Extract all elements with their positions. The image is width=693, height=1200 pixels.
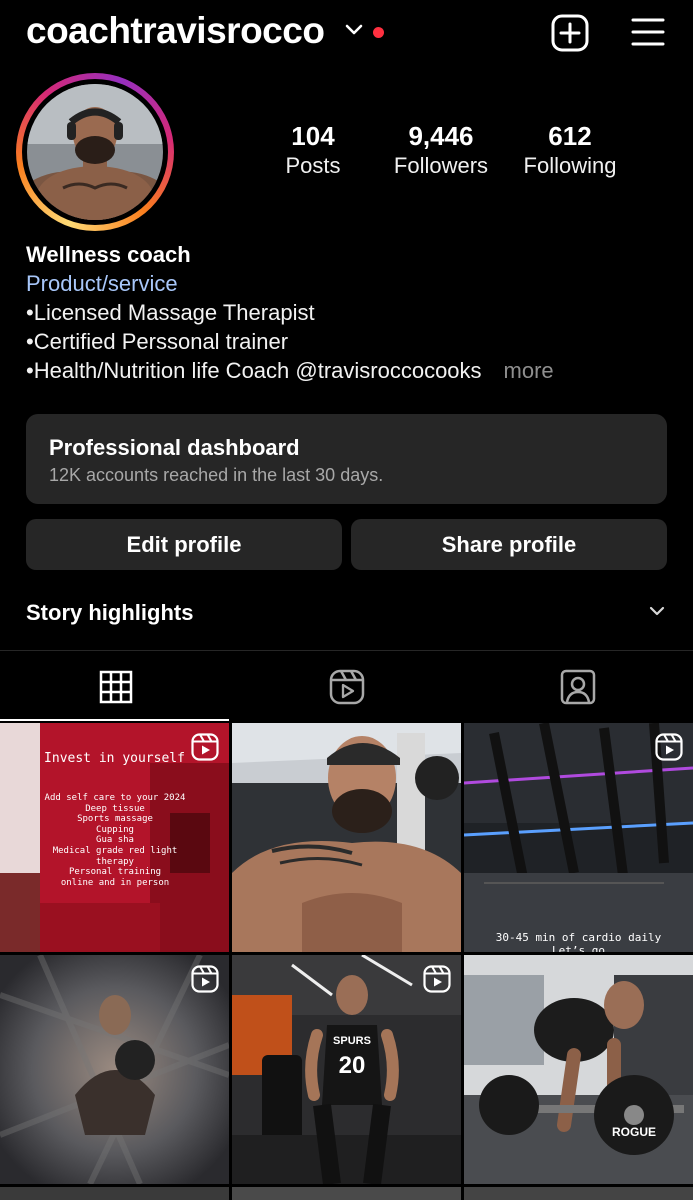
reels-icon bbox=[329, 669, 364, 705]
tab-posts-grid[interactable] bbox=[0, 652, 231, 722]
followers-count: 9,446 bbox=[408, 121, 474, 151]
bio-more-link[interactable]: more bbox=[504, 358, 554, 383]
reels-icon bbox=[423, 965, 451, 993]
posts-count: 104 bbox=[291, 121, 335, 151]
post-thumbnail bbox=[464, 955, 693, 1184]
grid-post[interactable]: 30-45 min of cardio daily Let’s go bbox=[464, 723, 693, 952]
bio-line: •Health/Nutrition life Coach @travisrocc… bbox=[26, 356, 666, 385]
jersey-team: SPURS bbox=[333, 1035, 371, 1047]
reels-icon bbox=[191, 965, 219, 993]
grid-post[interactable]: Invest in yourself Add self care to your… bbox=[0, 723, 229, 952]
grid-post[interactable] bbox=[232, 723, 461, 952]
chevron-down-icon[interactable] bbox=[649, 606, 665, 617]
notification-dot bbox=[373, 27, 384, 38]
stat-following[interactable]: 612 Following bbox=[505, 120, 635, 180]
post-overlay-text: Add self care to your 2024 Deep tissue S… bbox=[44, 793, 186, 888]
edit-profile-button[interactable]: Edit profile bbox=[26, 519, 342, 570]
following-count: 612 bbox=[548, 121, 592, 151]
menu-icon[interactable] bbox=[630, 16, 666, 48]
grid-icon bbox=[99, 670, 132, 704]
grid-post[interactable] bbox=[232, 1187, 461, 1200]
story-highlights-label[interactable]: Story highlights bbox=[26, 600, 193, 626]
reels-icon bbox=[655, 733, 683, 761]
create-post-icon[interactable] bbox=[551, 14, 589, 52]
tab-tagged[interactable] bbox=[462, 652, 693, 722]
bio-line: •Licensed Massage Therapist bbox=[26, 300, 315, 325]
followers-label: Followers bbox=[393, 153, 489, 178]
following-label: Following bbox=[523, 153, 617, 178]
profile-bio: Wellness coach Product/service •Licensed… bbox=[26, 240, 666, 385]
bio-line: •Certified Perssonal trainer bbox=[26, 329, 289, 354]
jersey-number: 20 bbox=[338, 1052, 366, 1079]
active-tab-indicator bbox=[0, 719, 229, 721]
post-thumbnail bbox=[232, 723, 461, 952]
bio-line-text: •Health/Nutrition life Coach @travisrocc… bbox=[26, 358, 482, 383]
professional-dashboard-card[interactable]: Professional dashboard 12K accounts reac… bbox=[26, 414, 667, 504]
grid-post[interactable] bbox=[0, 955, 229, 1184]
post-overlay-text: 30-45 min of cardio daily Let’s go bbox=[495, 931, 662, 952]
tab-reels[interactable] bbox=[231, 652, 462, 722]
chevron-down-icon[interactable] bbox=[345, 24, 363, 36]
grid-post[interactable]: ROGUE bbox=[464, 955, 693, 1184]
grid-post[interactable] bbox=[0, 1187, 229, 1200]
grid-post[interactable] bbox=[464, 1187, 693, 1200]
dashboard-subtitle: 12K accounts reached in the last 30 days… bbox=[49, 465, 384, 485]
share-profile-button[interactable]: Share profile bbox=[351, 519, 667, 570]
tagged-icon bbox=[560, 669, 595, 705]
stat-followers[interactable]: 9,446 Followers bbox=[376, 120, 506, 180]
profile-username[interactable]: coachtravisrocco bbox=[26, 10, 325, 52]
reels-icon bbox=[191, 733, 219, 761]
stat-posts[interactable]: 104 Posts bbox=[248, 120, 378, 180]
divider bbox=[0, 650, 693, 651]
dashboard-title: Professional dashboard bbox=[49, 435, 300, 460]
grid-post[interactable]: 20 SPURS bbox=[232, 955, 461, 1184]
avatar-story-ring[interactable] bbox=[16, 73, 174, 231]
profile-name: Wellness coach bbox=[26, 242, 191, 267]
top-bar: coachtravisrocco bbox=[0, 0, 693, 70]
posts-label: Posts bbox=[285, 153, 341, 178]
avatar bbox=[27, 84, 163, 220]
profile-category: Product/service bbox=[26, 271, 178, 296]
plate-brand: ROGUE bbox=[611, 1125, 656, 1139]
